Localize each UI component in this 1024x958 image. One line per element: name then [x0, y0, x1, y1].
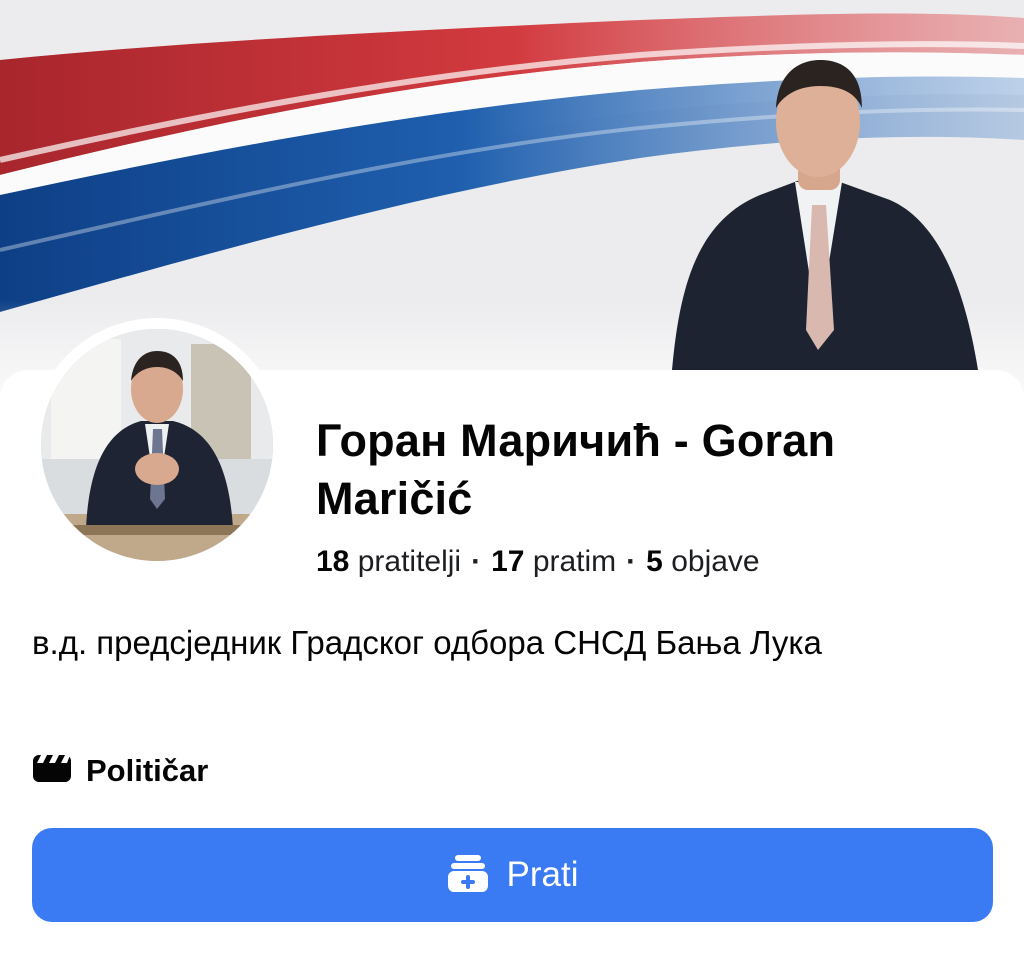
- following-label: pratim: [532, 545, 617, 578]
- profile-stats: 18 pratitelji · 17 pratim · 5 objave: [316, 543, 760, 581]
- following-count: 17: [491, 545, 525, 578]
- profile-category: Političar: [32, 752, 208, 789]
- clapperboard-icon: [32, 752, 72, 789]
- profile-name: Горан Маричић - Goran Maričić: [316, 415, 836, 524]
- followers-label: pratitelji: [357, 545, 462, 578]
- posts-count: 5: [646, 545, 663, 578]
- posts-label: objave: [671, 545, 760, 578]
- profile-avatar[interactable]: [41, 329, 273, 561]
- profile-bio: в.д. предсједник Градског одбора СНСД Ба…: [32, 624, 822, 661]
- follow-button[interactable]: Prati: [32, 828, 993, 922]
- followers-count: 18: [316, 545, 350, 578]
- follow-button-label: Prati: [506, 855, 579, 894]
- category-label: Političar: [86, 752, 209, 788]
- follow-add-icon: [447, 853, 489, 898]
- posts-stat: 5 objave: [646, 545, 759, 578]
- avatar-photo: [41, 329, 273, 561]
- followers-stat[interactable]: 18 pratitelji: [316, 545, 461, 578]
- stats-separator: ·: [471, 545, 482, 578]
- stats-separator: ·: [626, 545, 637, 578]
- following-stat[interactable]: 17 pratim: [491, 545, 616, 578]
